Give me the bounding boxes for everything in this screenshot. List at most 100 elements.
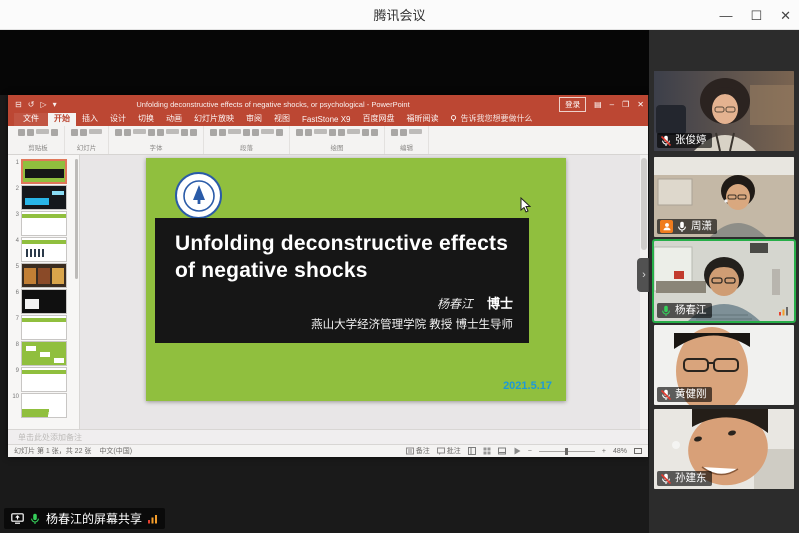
slide-area-scrollbar[interactable]: [640, 155, 648, 429]
mouse-cursor: [520, 197, 531, 213]
microphone-speaking-icon: [660, 305, 672, 317]
ribbon-group[interactable]: 字体: [109, 126, 204, 154]
slide-thumbnail[interactable]: [21, 185, 67, 210]
ppt-maximize-button[interactable]: ❐: [622, 100, 629, 109]
comments-toggle-button[interactable]: 批注: [437, 446, 461, 456]
thumbnail-scrollbar[interactable]: [75, 159, 78, 279]
slide-editing-area[interactable]: Unfolding deconstructive effects of nega…: [80, 155, 648, 429]
ribbon-group-icons[interactable]: [115, 129, 197, 146]
zoom-level[interactable]: 48%: [613, 448, 627, 455]
window-title: 腾讯会议: [373, 5, 425, 24]
ppt-tab[interactable]: 审阅: [240, 111, 268, 126]
title-slide[interactable]: Unfolding deconstructive effects of nega…: [146, 158, 566, 401]
language-indicator[interactable]: 中文(中国): [99, 446, 132, 456]
ppt-tab[interactable]: 插入: [76, 111, 104, 126]
share-background: [0, 30, 649, 95]
thumbnail-number: 8: [10, 342, 19, 348]
slide-date[interactable]: 2021.5.17: [503, 380, 552, 392]
thumbnail-number: 5: [10, 264, 19, 270]
participant-name: 杨春江: [675, 305, 707, 316]
author-affiliation: 燕山大学经济管理学院 教授 博士生导师: [155, 316, 529, 332]
ribbon-group[interactable]: 剪贴板: [12, 126, 65, 154]
reading-view-icon[interactable]: [498, 447, 506, 455]
lightbulb-icon: [450, 115, 457, 122]
notes-toggle-button[interactable]: 备注: [406, 446, 430, 456]
participant-tile-active-speaker[interactable]: 杨春江: [654, 241, 794, 321]
ribbon-group[interactable]: 幻灯片: [65, 126, 109, 154]
slide-thumbnail[interactable]: [21, 263, 67, 288]
participant-name-pill: 孙建东: [657, 471, 712, 486]
slideshow-view-icon[interactable]: [513, 447, 521, 455]
thumbnail-number: 4: [10, 238, 19, 244]
participants-sidebar: 张俊婷: [649, 30, 799, 533]
thumbnail-number: 3: [10, 212, 19, 218]
normal-view-icon[interactable]: [468, 447, 476, 455]
participant-tile[interactable]: 黄健刚: [654, 325, 794, 405]
ppt-signin-button[interactable]: 登录: [559, 97, 586, 112]
zoom-out-button[interactable]: −: [528, 448, 532, 455]
ribbon-group-icons[interactable]: [18, 129, 58, 146]
ribbon-group[interactable]: 段落: [204, 126, 290, 154]
zoom-slider[interactable]: [539, 448, 595, 455]
maximize-button[interactable]: ☐: [750, 9, 762, 22]
network-signal-icon: [147, 513, 158, 524]
thumbnail-number: 1: [10, 160, 19, 166]
slide-thumbnail[interactable]: [21, 289, 67, 314]
ppt-tab[interactable]: 设计: [104, 111, 132, 126]
notes-icon: [406, 447, 414, 455]
ribbon-group-label: 编辑: [400, 146, 413, 155]
slide-thumbnail[interactable]: [21, 367, 67, 392]
close-button[interactable]: ✕: [780, 9, 791, 22]
thumbnail-number: 10: [10, 394, 19, 400]
slide-thumbnail[interactable]: [21, 237, 67, 262]
participant-name-pill: 张俊婷: [657, 133, 712, 148]
ppt-tab[interactable]: 视图: [268, 111, 296, 126]
author-name: 杨春江: [437, 297, 473, 311]
notes-placeholder[interactable]: 单击此处添加备注: [18, 432, 82, 443]
slide-thumbnail[interactable]: [21, 159, 67, 184]
ribbon-group-label: 幻灯片: [77, 146, 97, 155]
tell-me-box[interactable]: 告诉我您想要做什么: [444, 111, 538, 126]
slide-author-row: 杨春江博士: [155, 293, 529, 312]
powerpoint-window: ⊟↺▷▾ Unfolding deconstructive effects of…: [8, 95, 648, 457]
ppt-tab[interactable]: 开始: [48, 111, 76, 126]
ribbon-group-label: 段落: [240, 146, 253, 155]
participant-tile[interactable]: 张俊婷: [654, 71, 794, 151]
ppt-tab[interactable]: 福昕阅读: [400, 111, 444, 126]
slide-thumbnail[interactable]: [21, 393, 67, 418]
thumbnail-number: 9: [10, 368, 19, 374]
ribbon-group-icons[interactable]: [71, 129, 102, 146]
notes-pane[interactable]: 单击此处添加备注: [8, 429, 648, 444]
ribbon-display-options-icon[interactable]: ▤: [594, 100, 602, 109]
ppt-close-button[interactable]: ✕: [637, 100, 644, 109]
ribbon-group[interactable]: 绘图: [290, 126, 385, 154]
ppt-tab-file[interactable]: 文件: [14, 111, 48, 126]
ribbon-group-icons[interactable]: [391, 129, 422, 146]
thumbnail-number: 7: [10, 316, 19, 322]
slide-thumbnail-panel[interactable]: 12345678910: [8, 155, 80, 429]
ppt-tab[interactable]: 百度网盘: [356, 111, 400, 126]
ppt-tab[interactable]: 幻灯片放映: [188, 111, 240, 126]
ribbon-group-icons[interactable]: [210, 129, 283, 146]
ribbon-group[interactable]: 编辑: [385, 126, 429, 154]
ribbon-group-icons[interactable]: [296, 129, 378, 146]
ppt-minimize-button[interactable]: –: [610, 100, 614, 109]
slide-sorter-view-icon[interactable]: [483, 447, 491, 455]
participant-name: 周潇: [691, 221, 712, 232]
fit-slide-to-window-icon[interactable]: [634, 448, 642, 454]
ppt-tab[interactable]: 切换: [132, 111, 160, 126]
zoom-in-button[interactable]: +: [602, 448, 606, 455]
ppt-tab[interactable]: FastStone X9: [296, 113, 356, 126]
slide-title-box[interactable]: Unfolding deconstructive effects of nega…: [155, 218, 529, 343]
slide-thumbnail[interactable]: [21, 211, 67, 236]
participant-tile[interactable]: 孙建东: [654, 409, 794, 489]
ppt-tab[interactable]: 动画: [160, 111, 188, 126]
screen-share-area: ⊟↺▷▾ Unfolding deconstructive effects of…: [0, 30, 649, 533]
minimize-button[interactable]: —: [719, 9, 732, 22]
slide-thumbnail[interactable]: [21, 315, 67, 340]
participant-tile[interactable]: 周潇: [654, 157, 794, 237]
slide-counter: 幻灯片 第 1 张，共 22 张: [14, 446, 91, 456]
slide-thumbnail[interactable]: [21, 341, 67, 366]
microphone-on-icon: [29, 513, 41, 525]
university-logo[interactable]: [175, 172, 222, 219]
